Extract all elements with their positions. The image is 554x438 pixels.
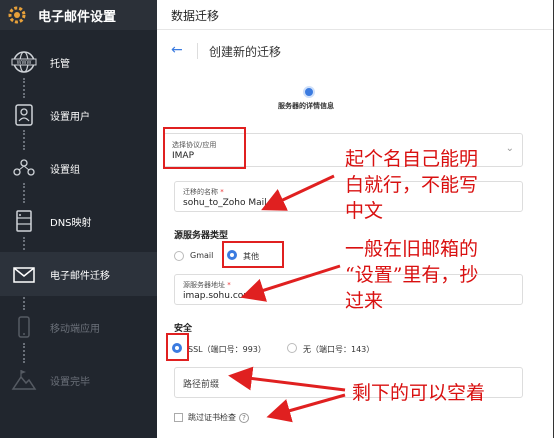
arrow-to-server-address bbox=[240, 264, 341, 302]
arrow-to-path-prefix bbox=[228, 366, 346, 392]
annotation-rest-note: 剩下的可以空着 bbox=[352, 382, 486, 404]
arrow-to-skip-cert bbox=[266, 393, 346, 423]
arrow-to-name-field bbox=[261, 174, 335, 211]
annotation-server-note: 一般在旧邮箱的 “设置”里有，抄 过来 bbox=[345, 238, 479, 312]
annotation-name-note: 起个名自己能明 白就行，不能写 中文 bbox=[345, 148, 479, 222]
